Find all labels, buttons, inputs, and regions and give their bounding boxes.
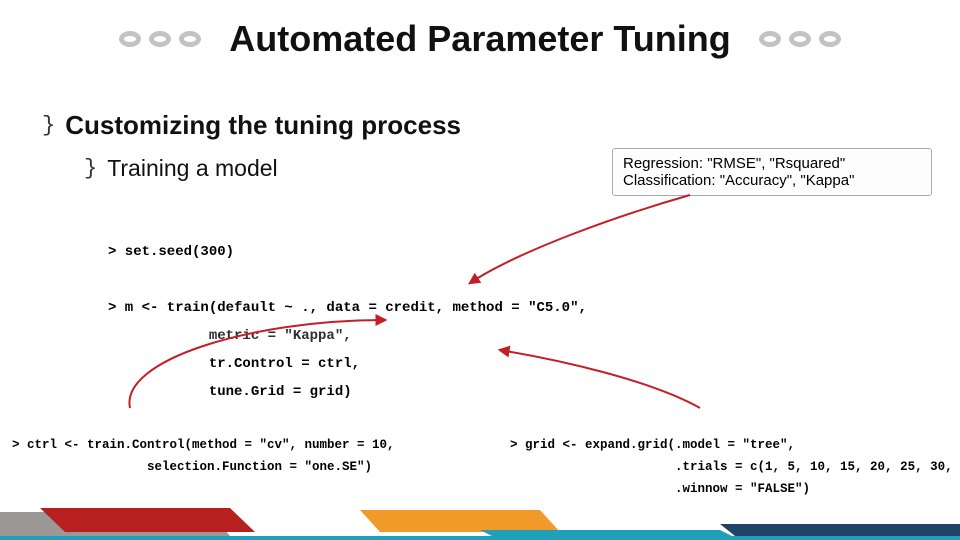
code-main-block: > set.seed(300) > m <- train(default ~ .…: [108, 210, 587, 406]
code-line: tune.Grid = grid): [108, 384, 352, 400]
note-line-classification: Classification: "Accuracy", "Kappa": [623, 172, 921, 189]
bullet-main-text: Customizing the tuning process: [65, 110, 461, 141]
code-grid-block: > grid <- expand.grid(.model = "tree", .…: [510, 412, 960, 500]
note-line-regression: Regression: "RMSE", "Rsquared": [623, 155, 921, 172]
ring-icon: [759, 31, 781, 47]
bullet-sub-text: Training a model: [107, 155, 277, 182]
code-ctrl-block: > ctrl <- train.Control(method = "cv", n…: [12, 412, 395, 478]
ring-icon: [789, 31, 811, 47]
decorative-rings-right: [759, 31, 841, 47]
code-line: .trials = c(1, 5, 10, 15, 20, 25, 30, 35…: [510, 460, 960, 474]
code-line: > m <- train(default ~ ., data = credit,…: [108, 300, 587, 316]
bullet-brace-icon: }: [84, 156, 97, 181]
code-line: > grid <- expand.grid(.model = "tree",: [510, 438, 795, 452]
ring-icon: [119, 31, 141, 47]
footer-baseline: [0, 536, 960, 540]
footer-seg-red: [40, 508, 255, 532]
code-line: tr.Control = ctrl,: [108, 356, 360, 372]
ring-icon: [179, 31, 201, 47]
title-row: Automated Parameter Tuning: [0, 0, 960, 60]
footer-color-band: [0, 502, 960, 540]
bullet-main: } Customizing the tuning process: [42, 110, 938, 141]
code-line: selection.Function = "one.SE"): [12, 460, 372, 474]
footer-seg-orange: [360, 510, 560, 532]
metric-note-box: Regression: "RMSE", "Rsquared" Classific…: [612, 148, 932, 196]
code-line: > ctrl <- train.Control(method = "cv", n…: [12, 438, 395, 452]
ring-icon: [819, 31, 841, 47]
ring-icon: [149, 31, 171, 47]
code-line: metric = "Kappa",: [108, 328, 352, 344]
decorative-rings-left: [119, 31, 201, 47]
code-line: > set.seed(300): [108, 244, 234, 260]
slide-title: Automated Parameter Tuning: [229, 18, 730, 60]
code-line: .winnow = "FALSE"): [510, 482, 810, 496]
bullet-brace-icon: }: [42, 113, 55, 138]
